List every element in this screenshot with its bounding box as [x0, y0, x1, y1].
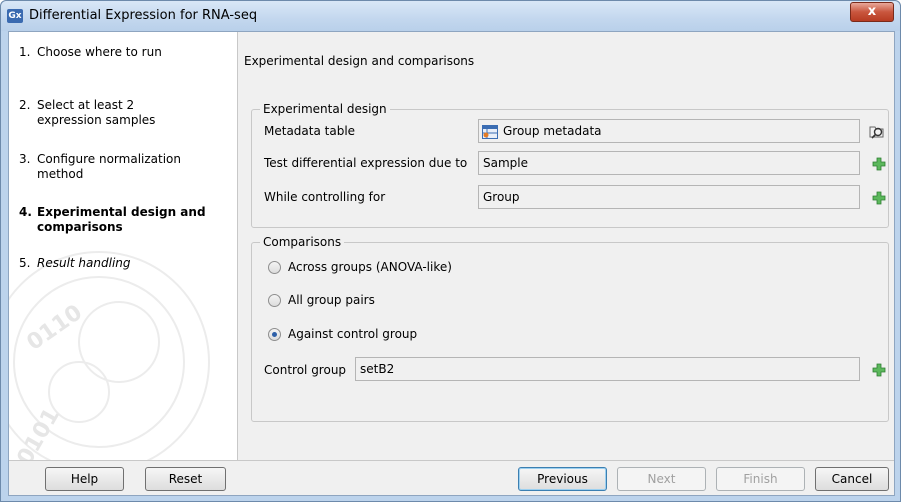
step-5: 5. Result handling: [19, 256, 229, 271]
svg-text:0101: 0101: [13, 404, 65, 460]
step-label: Select at least 2 expression samples: [37, 98, 156, 127]
cancel-button[interactable]: Cancel: [815, 467, 889, 491]
metadata-table-value: Group metadata: [503, 124, 602, 138]
reset-button[interactable]: Reset: [145, 467, 226, 491]
step-label: Choose where to run: [37, 45, 162, 59]
table-icon: [482, 124, 498, 139]
step-label: Configure normalization method: [37, 152, 181, 181]
radio-label: All group pairs: [288, 293, 375, 307]
step-3: 3. Configure normalization method: [19, 152, 229, 182]
radio-button-selected[interactable]: [268, 327, 281, 341]
step-number: 2.: [19, 98, 31, 112]
step-number: 3.: [19, 152, 31, 166]
add-test-factor-icon[interactable]: [872, 157, 886, 171]
dialog-window: Gx Differential Expression for RNA-seq x…: [0, 0, 901, 502]
previous-button[interactable]: Previous: [518, 467, 607, 491]
test-differential-field[interactable]: Sample: [478, 151, 860, 175]
controlling-for-label: While controlling for: [264, 190, 386, 204]
button-bar: Help Reset Previous Next Finish Cancel: [9, 460, 894, 495]
radio-label: Across groups (ANOVA-like): [288, 260, 452, 274]
close-button[interactable]: x: [850, 2, 894, 22]
controlling-for-field[interactable]: Group: [478, 185, 860, 209]
step-1: 1. Choose where to run: [19, 45, 229, 60]
test-differential-value: Sample: [483, 156, 528, 170]
control-group-label: Control group: [264, 363, 347, 377]
radio-button[interactable]: [268, 260, 281, 274]
main-panel: Experimental design and comparisons Expe…: [239, 32, 894, 460]
wizard-steps-panel: 0110 0101 1. Choose where to run 2. Sele…: [9, 32, 238, 460]
radio-against-control-group[interactable]: Against control group: [268, 327, 417, 341]
comparisons-group: Comparisons Across groups (ANOVA-like) A…: [251, 235, 889, 422]
page-title: Experimental design and comparisons: [244, 54, 475, 68]
next-button[interactable]: Next: [617, 467, 706, 491]
radio-all-group-pairs[interactable]: All group pairs: [268, 293, 375, 307]
step-number: 1.: [19, 45, 31, 59]
comparisons-legend: Comparisons: [260, 235, 345, 249]
app-icon: Gx: [7, 9, 23, 23]
help-button[interactable]: Help: [45, 467, 124, 491]
radio-across-groups[interactable]: Across groups (ANOVA-like): [268, 260, 452, 274]
experimental-design-group: Experimental design Metadata table Group…: [251, 102, 889, 228]
experimental-design-legend: Experimental design: [260, 102, 390, 116]
step-label: Result handling: [37, 256, 131, 270]
step-4: 4. Experimental design and comparisons: [19, 205, 229, 235]
add-control-factor-icon[interactable]: [872, 191, 886, 205]
finish-button[interactable]: Finish: [716, 467, 805, 491]
close-icon: x: [867, 4, 877, 19]
step-number: 5.: [19, 256, 31, 270]
metadata-table-label: Metadata table: [264, 124, 356, 138]
step-number: 4.: [19, 205, 32, 219]
test-differential-label: Test differential expression due to: [264, 156, 468, 170]
controlling-for-value: Group: [483, 190, 520, 204]
step-2: 2. Select at least 2 expression samples: [19, 98, 229, 128]
title-bar[interactable]: Gx Differential Expression for RNA-seq x: [1, 1, 900, 31]
window-title: Differential Expression for RNA-seq: [29, 8, 258, 23]
add-control-group-icon[interactable]: [872, 363, 886, 377]
radio-label: Against control group: [288, 327, 418, 341]
control-group-value: setB2: [360, 362, 395, 376]
metadata-table-field[interactable]: Group metadata: [478, 119, 860, 143]
dialog-client-area: 0110 0101 1. Choose where to run 2. Sele…: [8, 31, 895, 496]
browse-icon[interactable]: [868, 122, 886, 140]
step-label: Experimental design and comparisons: [37, 205, 206, 234]
control-group-field[interactable]: setB2: [355, 357, 860, 381]
radio-button[interactable]: [268, 293, 281, 307]
